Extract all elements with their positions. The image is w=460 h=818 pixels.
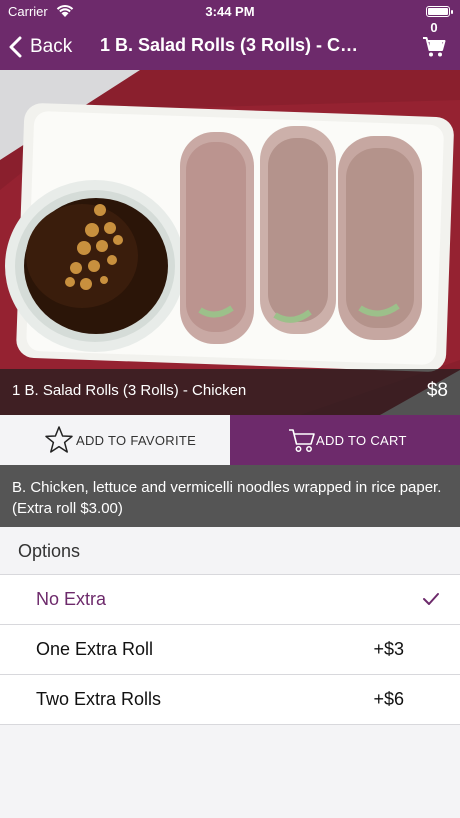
options-title: Options [18,541,81,561]
option-price: +$6 [373,689,404,709]
cart-count-badge: 0 [430,20,438,35]
back-button[interactable]: Back [8,32,72,62]
status-bar: Carrier 3:44 PM [0,0,460,24]
status-time: 3:44 PM [205,4,255,19]
option-no-extra[interactable]: No Extra [0,575,460,625]
product-detail-screen: Carrier 3:44 PM Back 1 B. Salad Rolls (3… [0,0,460,818]
option-label: Two Extra Rolls [36,689,162,709]
options-list: No Extra One Extra Roll +$3 Two Extra Ro… [0,575,460,725]
product-image[interactable] [0,70,460,415]
star-icon [45,426,73,453]
add-to-cart-label: ADD TO CART [316,432,407,448]
option-label: One Extra Roll [36,639,154,659]
action-buttons: ADD TO FAVORITE ADD TO CART [0,415,460,465]
option-label: No Extra [36,589,107,609]
add-to-favorite-label: ADD TO FAVORITE [76,432,197,448]
back-label: Back [30,36,73,57]
chevron-left-icon [9,36,22,58]
battery-icon [426,6,453,17]
options-header: Options [0,527,460,575]
cart-icon [289,429,315,452]
cart-icon [423,37,446,57]
cart-button[interactable]: 0 [416,20,452,68]
item-description: B. Chicken, lettuce and vermicelli noodl… [0,465,460,527]
add-to-cart-button[interactable]: ADD TO CART [230,415,460,465]
checkmark-icon [423,593,439,605]
add-to-favorite-button[interactable]: ADD TO FAVORITE [0,415,230,465]
page-title: 1 B. Salad Rolls (3 Rolls) - Chicken [100,35,362,55]
navigation-bar: Back 1 B. Salad Rolls (3 Rolls) - Chicke… [0,20,460,70]
option-price: +$3 [373,639,404,659]
item-caption: 1 B. Salad Rolls (3 Rolls) - Chicken $8 [0,369,460,415]
option-two-extra-rolls[interactable]: Two Extra Rolls +$6 [0,675,460,725]
option-one-extra-roll[interactable]: One Extra Roll +$3 [0,625,460,675]
item-name: 1 B. Salad Rolls (3 Rolls) - Chicken [12,382,247,399]
item-price: $8 [426,380,448,401]
top-bar: Carrier 3:44 PM Back 1 B. Salad Rolls (3… [0,0,460,70]
